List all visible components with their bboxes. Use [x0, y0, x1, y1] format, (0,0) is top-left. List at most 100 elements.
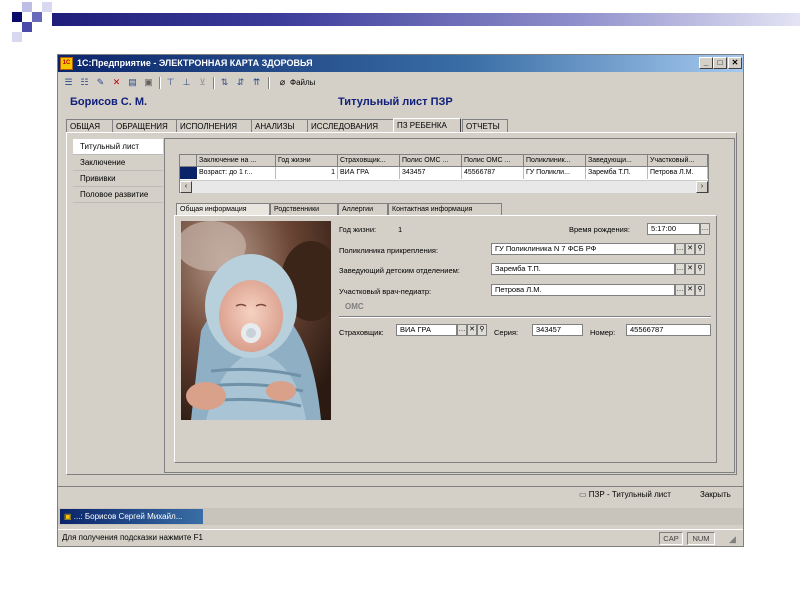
- deco-square: [32, 12, 42, 22]
- scroll-right-icon[interactable]: ›: [696, 181, 708, 193]
- sort-icon[interactable]: ⇅: [218, 76, 231, 89]
- table-cell[interactable]: 45566787: [462, 167, 524, 179]
- status-bar: Для получения подсказки нажмите F1 CAP N…: [58, 529, 743, 547]
- table-cell[interactable]: Петрова Л.М.: [648, 167, 708, 179]
- header: Борисов С. М. Титульный лист ПЗР: [60, 93, 741, 113]
- doctor-search-icon[interactable]: ⚲: [695, 284, 705, 296]
- tab-research[interactable]: ИССЛЕДОВАНИЯ: [307, 119, 394, 132]
- head-select-button[interactable]: …: [675, 263, 685, 275]
- caps-lock-indicator: CAP: [659, 532, 683, 545]
- row-selector[interactable]: [180, 167, 197, 179]
- head-search-icon[interactable]: ⚲: [695, 263, 705, 275]
- num-lock-indicator: NUM: [687, 532, 715, 545]
- add-icon[interactable]: ☰: [62, 76, 75, 89]
- tab-general[interactable]: ОБЩАЯ: [66, 119, 113, 132]
- close-button[interactable]: ✕: [728, 57, 742, 69]
- deco-square: [12, 12, 22, 22]
- insurer-search-icon[interactable]: ⚲: [477, 324, 487, 336]
- window-taskbar: ▣ ...: Борисов Сергей Михайл...: [58, 508, 743, 525]
- oms-section-title: ОМС: [345, 302, 364, 311]
- birth-time-field[interactable]: 5:17:00: [647, 223, 700, 235]
- table-cell[interactable]: 1: [276, 167, 338, 179]
- tab-reports[interactable]: ОТЧЕТЫ: [462, 119, 508, 132]
- nav-item-title-page[interactable]: Титульный лист: [73, 139, 163, 155]
- table-header[interactable]: Поликлиник...: [524, 155, 586, 167]
- taskbar-window-button[interactable]: ▣ ...: Борисов Сергей Михайл...: [60, 509, 203, 524]
- close-form-button[interactable]: Закрыть: [700, 490, 731, 499]
- files-button[interactable]: Файлы: [290, 75, 315, 91]
- table-cell[interactable]: 343457: [400, 167, 462, 179]
- delete-icon[interactable]: ✕: [110, 76, 123, 89]
- tab-executions[interactable]: ИСПОЛНЕНИЯ: [176, 119, 252, 132]
- toolbar-separator: [268, 77, 270, 89]
- app-window: 1С 1С:Предприятие - ЭЛЕКТРОННАЯ КАРТА ЗД…: [57, 54, 744, 547]
- table-header[interactable]: Заведующи...: [586, 155, 648, 167]
- table-header[interactable]: Страховщик...: [338, 155, 400, 167]
- left-nav: Титульный лист Заключение Прививки Полов…: [73, 139, 163, 203]
- head-field[interactable]: Заремба Т.П.: [491, 263, 675, 275]
- sort-desc-icon[interactable]: ⇵: [234, 76, 247, 89]
- horizontal-scrollbar[interactable]: ‹ ›: [180, 180, 708, 193]
- tab-appeals[interactable]: ОБРАЩЕНИЯ: [112, 119, 177, 132]
- birth-time-label: Время рождения:: [569, 225, 630, 234]
- table-header[interactable]: Полис ОМС ...: [400, 155, 462, 167]
- number-field[interactable]: 45566787: [626, 324, 711, 336]
- doctor-field[interactable]: Петрова Л.М.: [491, 284, 675, 296]
- clinic-select-button[interactable]: …: [675, 243, 685, 255]
- clinic-clear-button[interactable]: ✕: [685, 243, 695, 255]
- head-clear-button[interactable]: ✕: [685, 263, 695, 275]
- insurer-label: Страховщик:: [339, 328, 384, 337]
- table-header[interactable]: Участковый...: [648, 155, 708, 167]
- deco-square: [12, 32, 22, 42]
- insurer-clear-button[interactable]: ✕: [467, 324, 477, 336]
- table-cell[interactable]: Заремба Т.П.: [586, 167, 648, 179]
- table-cell[interactable]: ГУ Поликли...: [524, 167, 586, 179]
- table-cell[interactable]: Возраст: до 1 г...: [197, 167, 276, 179]
- nav-item-vaccinations[interactable]: Прививки: [73, 171, 163, 187]
- status-hint: Для получения подсказки нажмите F1: [62, 533, 203, 542]
- birth-time-select-button[interactable]: …: [700, 223, 710, 235]
- filter-set-icon[interactable]: ⊥: [180, 76, 193, 89]
- maximize-button[interactable]: □: [713, 57, 727, 69]
- tab-analyses[interactable]: АНАЛИЗЫ: [251, 119, 308, 132]
- clinic-label: Поликлиника прикрепления:: [339, 246, 439, 255]
- doctor-label: Участковый врач-педиатр:: [339, 287, 432, 296]
- form-footer: ▭ ПЗР - Титульный лист Закрыть: [58, 486, 743, 505]
- post-icon[interactable]: ▤: [126, 76, 139, 89]
- toolbar-separator: [159, 77, 161, 89]
- window-icon: ▣: [64, 512, 72, 521]
- toolbar: ☰ ☷ ✎ ✕ ▤ ▣ ⊤ ⊥ ⊻ ⇅ ⇵ ⇈ ⌀ Файлы: [60, 75, 741, 91]
- active-form-button[interactable]: ▭ ПЗР - Титульный лист: [579, 490, 671, 499]
- table-header[interactable]: Заключение на ...: [197, 155, 276, 167]
- patient-photo: [181, 221, 331, 420]
- records-table[interactable]: Заключение на ... Год жизни Страховщик..…: [179, 154, 709, 193]
- oms-divider: [339, 316, 711, 318]
- active-form-label: ПЗР - Титульный лист: [588, 490, 671, 499]
- sort-asc-icon[interactable]: ⇈: [250, 76, 263, 89]
- table-header[interactable]: Полис ОМС ...: [462, 155, 524, 167]
- series-field[interactable]: 343457: [532, 324, 583, 336]
- doctor-select-button[interactable]: …: [675, 284, 685, 296]
- insurer-field[interactable]: ВИА ГРА: [396, 324, 457, 336]
- slide-title-bar: [52, 13, 800, 26]
- scroll-left-icon[interactable]: ‹: [180, 181, 192, 193]
- filter-icon[interactable]: ⊤: [164, 76, 177, 89]
- clinic-field[interactable]: ГУ Поликлиника N 7 ФСБ РФ: [491, 243, 675, 255]
- minimize-button[interactable]: _: [699, 57, 713, 69]
- tab-child-health[interactable]: ПЗ РЕБЕНКА: [393, 118, 461, 133]
- table-header[interactable]: Год жизни: [276, 155, 338, 167]
- title-bar: 1С 1С:Предприятие - ЭЛЕКТРОННАЯ КАРТА ЗД…: [58, 55, 743, 72]
- nav-item-sexual-development[interactable]: Половое развитие: [73, 187, 163, 203]
- paperclip-icon[interactable]: ⌀: [276, 76, 289, 89]
- doctor-clear-button[interactable]: ✕: [685, 284, 695, 296]
- edit-icon[interactable]: ✎: [94, 76, 107, 89]
- resize-grip-icon[interactable]: ◢: [729, 534, 736, 545]
- filter-off-icon[interactable]: ⊻: [196, 76, 209, 89]
- insurer-select-button[interactable]: …: [457, 324, 467, 336]
- table-cell[interactable]: ВИА ГРА: [338, 167, 400, 179]
- clinic-search-icon[interactable]: ⚲: [695, 243, 705, 255]
- nav-item-conclusion[interactable]: Заключение: [73, 155, 163, 171]
- save-icon[interactable]: ▣: [142, 76, 155, 89]
- add-copy-icon[interactable]: ☷: [78, 76, 91, 89]
- year-label: Год жизни:: [339, 225, 377, 234]
